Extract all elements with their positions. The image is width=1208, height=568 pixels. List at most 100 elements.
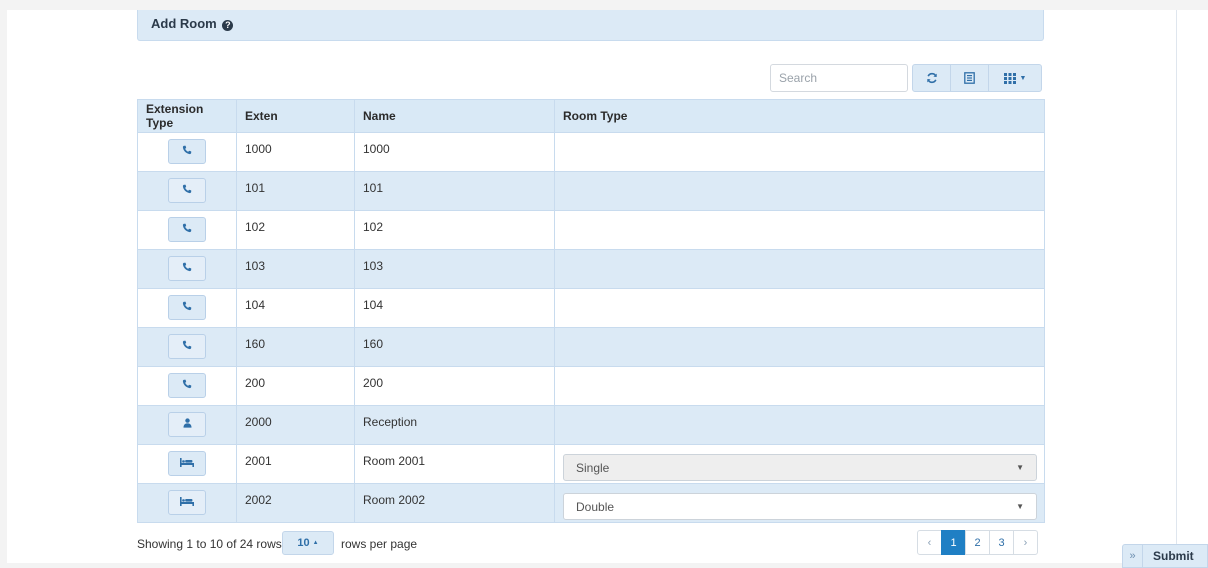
table-row[interactable]: 103 103: [137, 249, 1045, 289]
column-header-name[interactable]: Name: [354, 99, 555, 133]
user-icon: [183, 417, 192, 431]
column-header-extension-type[interactable]: Extension Type: [137, 99, 237, 133]
extension-type-cell: [137, 405, 237, 445]
pagination-info: Showing 1 to 10 of 24 rows: [137, 537, 282, 551]
columns-grid-icon: [1003, 72, 1016, 84]
search-input[interactable]: [770, 64, 908, 92]
right-divider: [1176, 10, 1177, 563]
toggle-view-button[interactable]: [950, 64, 989, 92]
page-title: Add Room: [151, 16, 217, 31]
pagination: ‹ 1 2 3 ›: [917, 530, 1038, 555]
extension-type-button[interactable]: [168, 373, 206, 398]
exten-cell: 2002: [236, 483, 355, 523]
table-row[interactable]: 102 102: [137, 210, 1045, 250]
extension-type-button[interactable]: [168, 139, 206, 164]
table-row[interactable]: 101 101: [137, 171, 1045, 211]
page-size-dropdown[interactable]: 10 ▲: [282, 531, 334, 555]
table-row[interactable]: 104 104: [137, 288, 1045, 328]
extension-type-cell: [137, 444, 237, 484]
phone-icon: [182, 300, 192, 314]
name-cell: 101: [354, 171, 555, 211]
room-type-select[interactable]: Single ▼: [563, 454, 1037, 481]
extension-type-cell: [137, 327, 237, 367]
table-row[interactable]: 160 160: [137, 327, 1045, 367]
name-cell: 1000: [354, 132, 555, 172]
exten-cell: 200: [236, 366, 355, 406]
room-type-cell: [554, 366, 1045, 406]
room-type-cell: [554, 327, 1045, 367]
help-icon[interactable]: ?: [222, 20, 234, 31]
extension-type-cell: [137, 366, 237, 406]
phone-icon: [182, 261, 192, 275]
name-cell: 104: [354, 288, 555, 328]
pagination-page-1[interactable]: 1: [941, 530, 966, 555]
room-type-cell: [554, 405, 1045, 445]
exten-cell: 102: [236, 210, 355, 250]
name-cell: 102: [354, 210, 555, 250]
table-header-row: Extension Type Exten Name Room Type: [137, 99, 1045, 133]
room-type-cell: [554, 171, 1045, 211]
exten-cell: 1000: [236, 132, 355, 172]
extension-type-button[interactable]: [168, 295, 206, 320]
exten-cell: 103: [236, 249, 355, 289]
pagination-page-2[interactable]: 2: [965, 530, 990, 555]
name-cell: 103: [354, 249, 555, 289]
columns-dropdown-button[interactable]: ▼: [988, 64, 1042, 92]
phone-icon: [182, 222, 192, 236]
column-header-exten[interactable]: Exten: [236, 99, 355, 133]
extension-type-button[interactable]: [168, 412, 206, 437]
phone-icon: [182, 378, 192, 392]
extension-type-button[interactable]: [168, 451, 206, 476]
extension-type-button[interactable]: [168, 217, 206, 242]
rows-per-page-label: rows per page: [341, 537, 418, 551]
table-row[interactable]: 1000 1000: [137, 132, 1045, 172]
pagination-prev[interactable]: ‹: [917, 530, 942, 555]
table-row[interactable]: 200 200: [137, 366, 1045, 406]
column-header-room-type[interactable]: Room Type: [554, 99, 1045, 133]
name-cell: 160: [354, 327, 555, 367]
pagination-next[interactable]: ›: [1013, 530, 1038, 555]
room-type-cell: Single ▼: [554, 444, 1045, 484]
extension-type-cell: [137, 288, 237, 328]
extension-type-cell: [137, 483, 237, 523]
table-row[interactable]: 2002 Room 2002 Double ▼: [137, 483, 1045, 523]
table-row[interactable]: 2000 Reception: [137, 405, 1045, 445]
table-toolbar: ▼: [912, 64, 1042, 92]
extension-type-cell: [137, 132, 237, 172]
phone-icon: [182, 183, 192, 197]
refresh-button[interactable]: [912, 64, 951, 92]
room-type-cell: [554, 288, 1045, 328]
caret-down-icon: ▼: [1016, 502, 1024, 511]
submit-button[interactable]: » Submit: [1122, 544, 1208, 568]
extension-type-button[interactable]: [168, 490, 206, 515]
room-type-select[interactable]: Double ▼: [563, 493, 1037, 520]
name-cell: Room 2001: [354, 444, 555, 484]
caret-down-icon: ▼: [1019, 74, 1027, 82]
panel-header: Add Room ?: [137, 10, 1044, 41]
double-chevron-icon[interactable]: »: [1123, 545, 1143, 567]
exten-cell: 104: [236, 288, 355, 328]
extension-type-cell: [137, 210, 237, 250]
extension-type-button[interactable]: [168, 178, 206, 203]
table-row[interactable]: 2001 Room 2001 Single ▼: [137, 444, 1045, 484]
phone-icon: [182, 144, 192, 158]
extension-type-cell: [137, 249, 237, 289]
extension-type-button[interactable]: [168, 256, 206, 281]
refresh-icon: [926, 72, 937, 84]
name-cell: Room 2002: [354, 483, 555, 523]
pagination-page-3[interactable]: 3: [989, 530, 1014, 555]
room-type-value: Double: [576, 499, 615, 514]
extension-type-cell: [137, 171, 237, 211]
room-type-value: Single: [576, 460, 610, 475]
rooms-table: Extension Type Exten Name Room Type 1000…: [137, 99, 1045, 523]
list-icon: [964, 72, 975, 84]
submit-label: Submit: [1153, 549, 1194, 563]
name-cell: Reception: [354, 405, 555, 445]
bed-icon: [180, 456, 194, 470]
room-type-cell: [554, 132, 1045, 172]
exten-cell: 2001: [236, 444, 355, 484]
caret-down-icon: ▼: [1016, 463, 1024, 472]
exten-cell: 160: [236, 327, 355, 367]
extension-type-button[interactable]: [168, 334, 206, 359]
exten-cell: 2000: [236, 405, 355, 445]
